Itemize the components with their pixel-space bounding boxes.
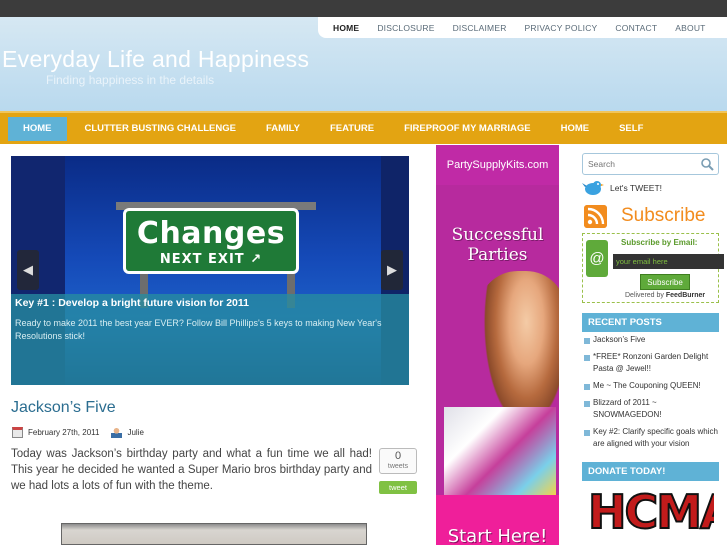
bullet-icon [584,430,590,436]
tweet-count-label: tweets [387,463,409,470]
recent-post-link[interactable]: Jackson’s Five [593,334,645,346]
list-item[interactable]: *FREE* Ronzoni Garden Delight Pasta @ Je… [584,351,720,375]
feedburner-credit: Delivered by FeedBurner [625,292,705,299]
featured-slider[interactable]: Changes NEXT EXIT ↗ ◀ ▶ Key #1 : Develop… [11,156,409,385]
post-image [61,523,367,545]
search-input[interactable] [583,154,693,174]
main-nav: HOME CLUTTER BUSTING CHALLENGE FAMILY FE… [0,111,727,144]
top-nav-disclaimer[interactable]: DISCLAIMER [444,23,516,33]
main-nav-home[interactable]: HOME [8,116,67,141]
rss-subscribe-label[interactable]: Subscribe [621,205,706,227]
tweet-button[interactable]: tweet [379,481,417,494]
slider-caption-title[interactable]: Key #1 : Develop a bright future vision … [15,297,405,309]
tweet-counter: 0 tweets [379,448,417,474]
sign-text-main: Changes [136,216,286,251]
prev-arrow-icon[interactable]: ◀ [17,250,39,290]
slider-caption-text: Ready to make 2011 the best year EVER? F… [15,318,382,341]
ad-headline: Successful Parties [451,225,544,265]
top-nav-home[interactable]: HOME [324,23,368,33]
bullet-icon [584,355,590,361]
recent-post-link[interactable]: Key #2: Clarify specific goals which are… [593,426,720,450]
sign-arrow-icon: ↗ [250,252,263,267]
top-nav: HOME DISCLOSURE DISCLAIMER PRIVACY POLIC… [318,17,727,38]
email-at-icon: @ [586,240,608,277]
email-subscribe-button[interactable]: Subscribe [640,274,690,290]
feedburner-link[interactable]: FeedBurner [666,292,705,299]
post-date: February 27th, 2011 [28,427,100,437]
top-nav-privacy-policy[interactable]: PRIVACY POLICY [516,23,607,33]
search-box [582,153,719,175]
rss-subscribe[interactable]: Subscribe [584,201,706,231]
ad-cta[interactable]: Start Here! [436,526,559,545]
highway-sign-image: Changes NEXT EXIT ↗ [123,208,299,274]
hcma-logo[interactable]: HCMA [588,487,714,545]
donate-heading: DONATE TODAY! [582,462,719,481]
bullet-icon [584,401,590,407]
list-item[interactable]: Me ~ The Couponing QUEEN! [584,380,720,392]
sign-next-exit: NEXT EXIT [159,252,245,267]
main-nav-self[interactable]: SELF [619,117,643,141]
search-icon[interactable] [700,157,714,171]
main-nav-family[interactable]: FAMILY [266,117,300,141]
recent-post-link[interactable]: *FREE* Ronzoni Garden Delight Pasta @ Je… [593,351,720,375]
email-subscribe-box: @ Subscribe by Email: your email here Su… [582,233,724,303]
post-excerpt: Today was Jackson’s birthday party and w… [11,448,372,492]
recent-post-link[interactable]: Blizzard of 2011 ~ SNOWMAGEDON! [593,397,720,421]
ad-gift-image [444,407,556,495]
top-nav-disclosure[interactable]: DISCLOSURE [368,23,443,33]
list-item[interactable]: Jackson’s Five [584,334,720,346]
list-item[interactable]: Blizzard of 2011 ~ SNOWMAGEDON! [584,397,720,421]
slider-caption: Key #1 : Develop a bright future vision … [11,294,409,385]
party-supply-ad[interactable]: PartySupplyKits.com Successful Parties S… [436,145,559,545]
recent-post-link[interactable]: Me ~ The Couponing QUEEN! [593,380,701,392]
hcma-logo-text: HCMA [588,487,714,540]
top-nav-about[interactable]: ABOUT [666,23,714,33]
site-tagline: Finding happiness in the details [46,73,215,87]
main-nav-fireproof[interactable]: FIREPROOF MY MARRIAGE [404,117,531,141]
site-title[interactable]: Everyday Life and Happiness [2,46,309,73]
main-nav-clutter-busting[interactable]: CLUTTER BUSTING CHALLENGE [85,117,236,141]
twitter-follow[interactable]: Let's TWEET! [582,178,662,198]
post-author[interactable]: Julie [127,428,143,437]
ad-url[interactable]: PartySupplyKits.com [436,159,559,171]
user-icon [111,426,123,438]
next-arrow-icon[interactable]: ▶ [381,250,403,290]
bullet-icon [584,384,590,390]
rss-icon [584,204,607,228]
top-nav-contact[interactable]: CONTACT [606,23,666,33]
twitter-bird-icon [582,181,604,195]
main-nav-feature[interactable]: FEATURE [330,117,374,141]
post-meta: February 27th, 2011 Julie [12,425,144,439]
email-subscribe-label: Subscribe by Email: [621,238,698,247]
calendar-icon [12,426,23,438]
top-bar [0,0,727,17]
sign-text-sub: NEXT EXIT ↗ [126,252,296,267]
recent-posts-heading: RECENT POSTS [582,313,719,332]
delivered-by-label: Delivered by [625,292,664,299]
bullet-icon [584,338,590,344]
twitter-follow-label[interactable]: Let's TWEET! [610,183,662,193]
tweet-count: 0 [394,450,402,462]
email-field[interactable]: your email here [613,254,724,269]
main-nav-home-2[interactable]: HOME [561,117,590,141]
recent-posts-list: Jackson’s Five *FREE* Ronzoni Garden Del… [584,334,720,455]
post-title[interactable]: Jackson’s Five [11,399,116,417]
list-item[interactable]: Key #2: Clarify specific goals which are… [584,426,720,450]
